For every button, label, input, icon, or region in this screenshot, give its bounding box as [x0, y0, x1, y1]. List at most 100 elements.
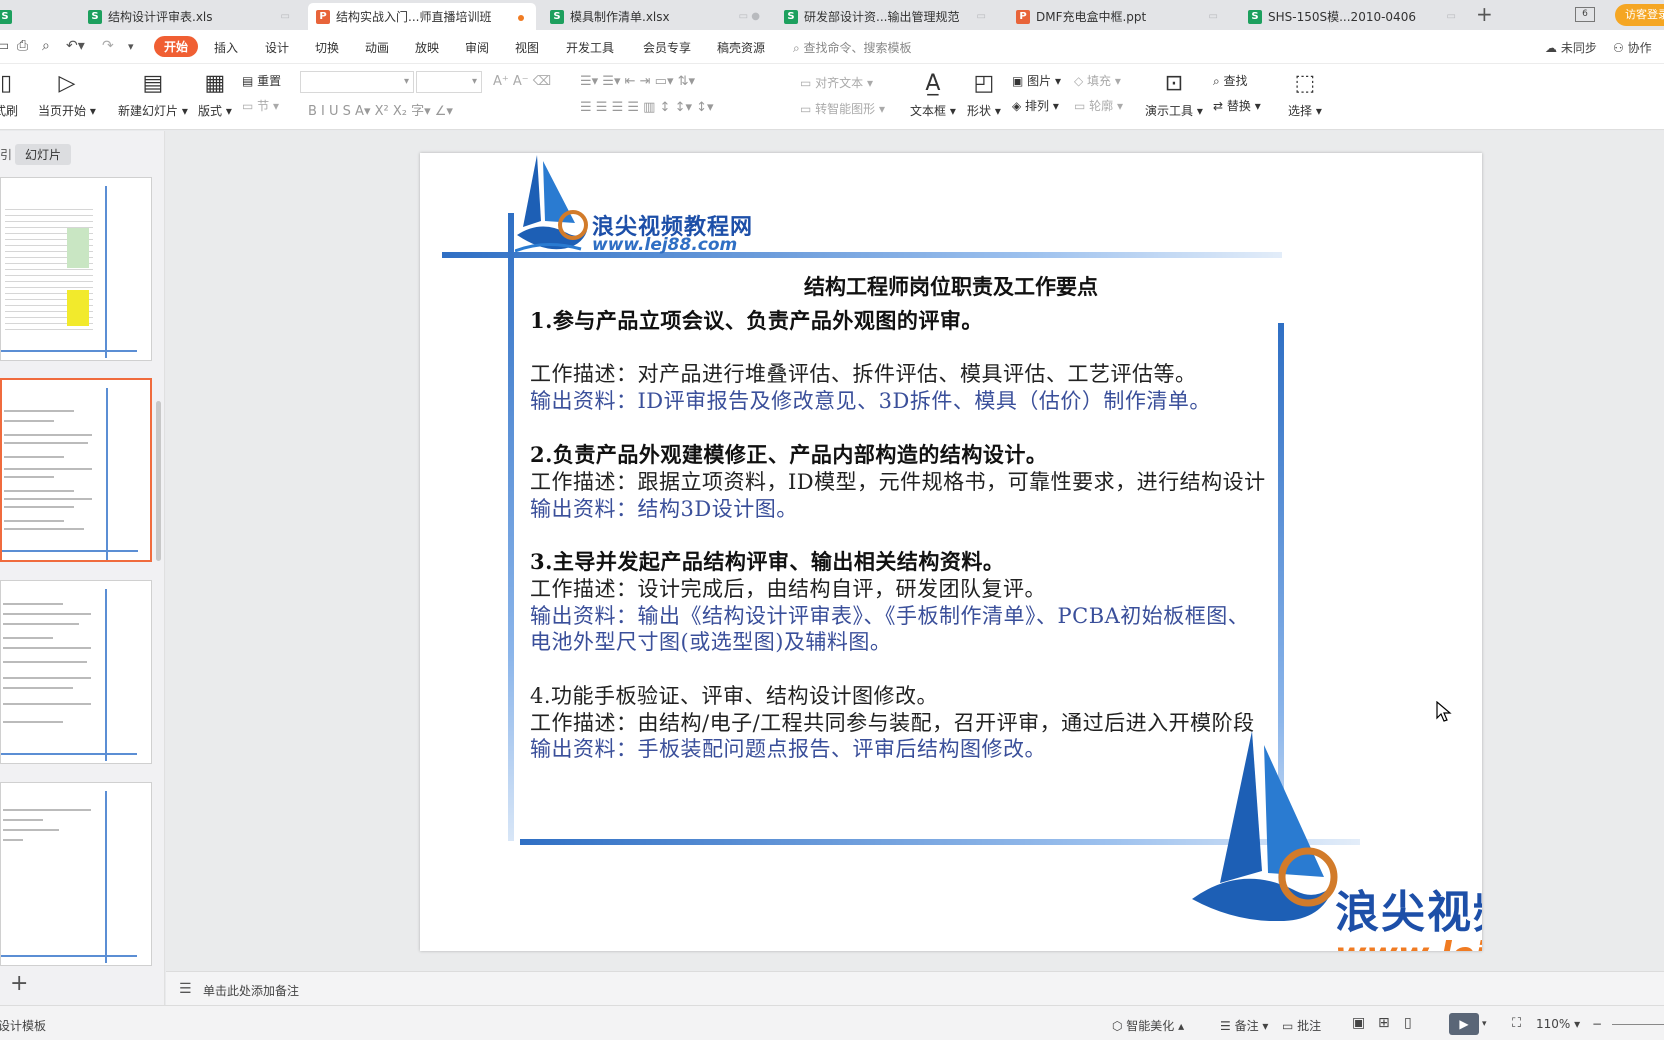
notes-toggle-button[interactable]: ☰ 备注 ▾ [1220, 1017, 1268, 1034]
align-text-button[interactable]: ▭ 对齐文本 ▾ [800, 74, 873, 91]
print-preview-icon[interactable]: ⌕ [42, 38, 50, 54]
zoom-slider[interactable] [1612, 1024, 1664, 1025]
tab-slides[interactable]: 幻灯片 [15, 144, 72, 165]
slide-thumbnail-4[interactable] [0, 782, 152, 966]
picture-button[interactable]: ▣ 图片 ▾ [1012, 72, 1061, 89]
textbox-button[interactable]: A̲ 文本框 ▾ [910, 70, 956, 119]
add-slide-button[interactable]: + [10, 971, 28, 996]
menu-animation[interactable]: 动画 [365, 39, 389, 56]
ribbon: ▯ 式刷 ▷ 当页开始 ▾ ▤ 新建幻灯片 ▾ ▦ 版式 ▾ ▤ 重置 ▭ 节 … [0, 64, 1664, 130]
thumb-text-line [4, 476, 54, 478]
search-icon: ⌕ [793, 41, 804, 55]
undo-icon[interactable]: ↶▾ [66, 38, 85, 54]
guest-login-button[interactable]: 访客登录 [1615, 4, 1664, 26]
menu-insert[interactable]: 插入 [214, 39, 238, 56]
tab-cloud-icon: ▭ [976, 11, 986, 22]
normal-view-icon[interactable]: ▣ [1352, 1015, 1365, 1031]
shape-button[interactable]: ◰ 形状 ▾ [967, 70, 1001, 119]
play-slideshow-button[interactable]: ▶ [1449, 1013, 1479, 1035]
template-label[interactable]: 设计模板 [0, 1017, 46, 1034]
font-size-controls[interactable]: A⁺ A⁻ ⌫ [493, 74, 551, 89]
menu-slideshow[interactable]: 放映 [415, 39, 439, 56]
tab-file-5[interactable]: P DMF充电盒中框.ppt ▭ [1008, 3, 1228, 30]
new-slide-button[interactable]: ▤ 新建幻灯片 ▾ [118, 70, 188, 119]
redo-icon[interactable]: ↷ [102, 38, 114, 54]
text-format-controls[interactable]: B I U S A▾ X² X₂ 字▾ ∠▾ [308, 100, 453, 119]
find-button[interactable]: ⌕ 查找 [1213, 72, 1248, 89]
fill-button[interactable]: ◇ 填充 ▾ [1074, 72, 1121, 89]
menu-member[interactable]: 会员专享 [643, 39, 691, 56]
alignment-controls[interactable]: ☰ ☰ ☰ ☰ ▥ ↕ ↕▾ ↕▾ [580, 100, 714, 115]
format-painter-button[interactable]: ▯ 式刷 [0, 70, 18, 119]
reset-button[interactable]: ▤ 重置 [242, 72, 281, 89]
slide-thumbnail-2-selected[interactable] [0, 378, 152, 562]
unsaved-dot-icon [518, 15, 524, 21]
play-icon: ▶ [1459, 1017, 1469, 1031]
menu-design[interactable]: 设计 [265, 39, 289, 56]
find-icon: ⌕ [1213, 74, 1224, 88]
tab-file-1[interactable]: S 结构设计评审表.xls ▭ [80, 3, 300, 30]
list-controls[interactable]: ☰▾ ☰▾ ⇤ ⇥ ▭▾ ⇅▾ [580, 74, 695, 89]
section-button[interactable]: ▭ 节 ▾ [242, 97, 279, 114]
logo-text-url: www.lej88.com [592, 235, 738, 255]
font-family-select[interactable]: ▾ [300, 71, 414, 93]
sorter-view-icon[interactable]: ⊞ [1378, 1015, 1390, 1031]
reading-view-icon[interactable]: ▯ [1404, 1015, 1412, 1031]
fit-window-icon[interactable]: ⛶ [1512, 1016, 1521, 1031]
menu-view[interactable]: 视图 [515, 39, 539, 56]
tab-partial[interactable]: S [0, 3, 12, 30]
zoom-out-button[interactable]: − [1592, 1017, 1602, 1031]
select-button[interactable]: ⬚ 选择 ▾ [1288, 70, 1322, 119]
arrange-button[interactable]: ◈ 排列 ▾ [1012, 97, 1059, 114]
thumb-text-line [3, 721, 63, 723]
window-switch-button[interactable]: 6 [1575, 7, 1595, 22]
thumbnail-scrollbar[interactable] [156, 401, 161, 561]
sync-status[interactable]: ☁ 未同步 [1545, 39, 1597, 56]
layout-button[interactable]: ▦ 版式 ▾ [198, 70, 232, 119]
slide-thumbnail-3[interactable] [0, 580, 152, 764]
replace-button[interactable]: ⇄ 替换 ▾ [1213, 97, 1261, 114]
font-size-select[interactable]: ▾ [416, 71, 482, 93]
play-from-current-button[interactable]: ▷ 当页开始 ▾ [38, 70, 96, 119]
thumb-line [2, 550, 138, 552]
new-tab-button[interactable]: + [1476, 2, 1493, 26]
thumb-text-line [3, 677, 91, 679]
thumb-text-line [3, 819, 43, 821]
tab-outline[interactable]: 引 [0, 146, 12, 163]
logo-text-cn-large: 浪尖视频教程网 [1335, 887, 1482, 938]
open-icon[interactable]: ▭ [0, 38, 9, 54]
outline-button[interactable]: ▭ 轮廓 ▾ [1074, 97, 1123, 114]
smart-beautify-button[interactable]: ⬡ 智能美化 ▴ [1112, 1017, 1184, 1034]
item-4-heading: 4.功能手板验证、评审、结构设计图修改。 [530, 684, 939, 708]
item-3-output-cont: 电池外型尺寸图(或选型图)及辅料图。 [530, 630, 892, 654]
tab-cloud-icon: ▭ [1208, 11, 1218, 22]
tab-label: DMF充电盒中框.ppt [1036, 10, 1147, 24]
tab-file-3[interactable]: S 模具制作清单.xlsx ▭ ● [542, 3, 770, 30]
slide-thumbnail-1[interactable] [0, 177, 152, 361]
notes-bar[interactable]: ☰ 单击此处添加备注 [166, 971, 1664, 1005]
tab-file-6[interactable]: S SHS-150S模...2010-0406 ▭ [1240, 3, 1466, 30]
menu-home[interactable]: 开始 [154, 36, 199, 57]
print-icon[interactable]: ⎙ [17, 38, 28, 54]
present-tools-button[interactable]: ⊡ 演示工具 ▾ [1145, 70, 1203, 119]
item-4-output: 输出资料：手板装配问题点报告、评审后结构图修改。 [530, 737, 1046, 761]
tab-file-4[interactable]: S 研发部设计资...输出管理规范 ▭ [776, 3, 996, 30]
item-2-output: 输出资料：结构3D设计图。 [530, 497, 798, 521]
customize-quick-access-icon[interactable]: ▾ [128, 40, 134, 53]
play-options-icon[interactable]: ▾ [1482, 1019, 1487, 1029]
menu-review[interactable]: 审阅 [465, 39, 489, 56]
convert-smartart-button[interactable]: ▭ 转智能图形 ▾ [800, 100, 885, 117]
command-search[interactable]: ⌕ 查找命令、搜索模板 [793, 39, 912, 56]
comment-button[interactable]: ▭ 批注 [1282, 1017, 1321, 1034]
outline-icon: ▭ [1074, 99, 1090, 113]
menu-transition[interactable]: 切换 [315, 39, 339, 56]
collab-label: 协作 [1627, 41, 1652, 55]
menu-developer[interactable]: 开发工具 [566, 39, 614, 56]
zoom-level[interactable]: 110% ▾ [1536, 1017, 1580, 1031]
menu-resources[interactable]: 稿壳资源 [717, 39, 765, 56]
tab-file-2-active[interactable]: P 结构实战入门...师直播培训班 [308, 3, 536, 30]
collaborate-button[interactable]: ⚇ 协作 [1613, 39, 1652, 56]
slide[interactable]: 浪尖视频教程网 www.lej88.com 结构工程师岗位职责及工作要点 1.参… [420, 153, 1482, 951]
xls-file-icon: S [88, 9, 102, 24]
thumb-yellow-cells [67, 290, 89, 326]
